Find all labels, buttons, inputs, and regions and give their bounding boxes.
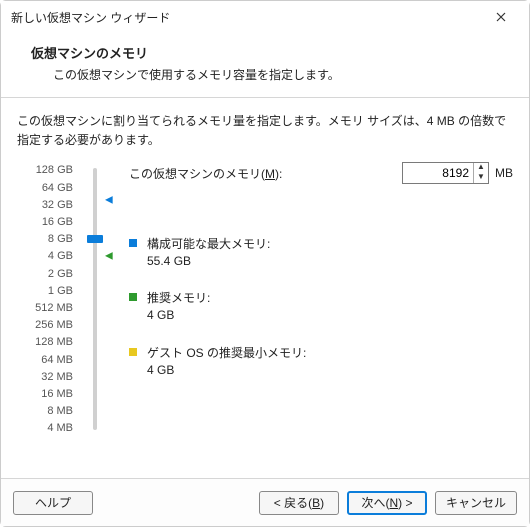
scale-tick: 64 GB: [42, 182, 73, 194]
slider-track: [93, 168, 97, 430]
scale-tick: 128 GB: [36, 164, 73, 176]
back-button[interactable]: < 戻る(B): [259, 491, 339, 515]
memory-field-label: この仮想マシンのメモリ(M):: [129, 165, 402, 182]
cancel-button[interactable]: キャンセル: [435, 491, 517, 515]
scale-tick: 64 MB: [41, 354, 73, 366]
scale-tick: 32 GB: [42, 199, 73, 211]
square-icon: [129, 293, 137, 301]
scale-tick: 4 GB: [48, 250, 73, 262]
close-button[interactable]: [483, 3, 519, 31]
wizard-body: この仮想マシンに割り当てられるメモリ量を指定します。メモリ サイズは、4 MB …: [1, 98, 529, 444]
close-icon: [496, 12, 506, 22]
spinner-down-icon[interactable]: ▼: [474, 173, 488, 183]
slider-thumb[interactable]: [87, 235, 103, 243]
legend-max-value: 55.4 GB: [147, 254, 270, 268]
page-subtitle: この仮想マシンで使用するメモリ容量を指定します。: [31, 66, 507, 83]
triangle-left-icon: ◀: [105, 251, 113, 262]
memory-field-row: この仮想マシンのメモリ(M): ▲ ▼ MB: [129, 162, 513, 184]
scale-tick: 2 GB: [48, 268, 73, 280]
scale-tick: 16 GB: [42, 216, 73, 228]
scale-tick: 256 MB: [35, 319, 73, 331]
scale-tick: 8 GB: [48, 233, 73, 245]
titlebar: 新しい仮想マシン ウィザード: [1, 1, 529, 33]
page-title: 仮想マシンのメモリ: [31, 43, 507, 62]
legend-max: 構成可能な最大メモリ: 55.4 GB: [129, 235, 270, 268]
legend-rec-value: 4 GB: [147, 308, 210, 322]
memory-area: 128 GB 64 GB 32 GB 16 GB 8 GB 4 GB 2 GB 1 GB 512…: [17, 164, 513, 434]
scale-tick: 4 MB: [47, 422, 73, 434]
help-button[interactable]: ヘルプ: [13, 491, 93, 515]
legend-min-title: ゲスト OS の推奨最小メモリ:: [147, 344, 306, 361]
triangle-left-icon: ◀: [105, 194, 113, 205]
legend-max-title: 構成可能な最大メモリ:: [147, 235, 270, 252]
square-icon: [129, 239, 137, 247]
instruction-text: この仮想マシンに割り当てられるメモリ量を指定します。メモリ サイズは、4 MB …: [17, 112, 513, 150]
memory-slider[interactable]: ◀ ◀: [79, 164, 113, 434]
memory-unit: MB: [495, 166, 513, 180]
legend-min-value: 4 GB: [147, 363, 306, 377]
scale-tick: 128 MB: [35, 336, 73, 348]
memory-input[interactable]: [403, 164, 473, 182]
next-button[interactable]: 次へ(N) >: [347, 491, 427, 515]
legend-recommended: 推奨メモリ: 4 GB: [129, 289, 210, 322]
scale-tick: 16 MB: [41, 388, 73, 400]
wizard-header: 仮想マシンのメモリ この仮想マシンで使用するメモリ容量を指定します。: [1, 33, 529, 98]
wizard-footer: ヘルプ < 戻る(B) 次へ(N) > キャンセル: [1, 478, 529, 526]
memory-scale: 128 GB 64 GB 32 GB 16 GB 8 GB 4 GB 2 GB 1 GB 512…: [17, 164, 79, 434]
spinner-buttons[interactable]: ▲ ▼: [473, 163, 488, 183]
scale-tick: 1 GB: [48, 285, 73, 297]
legend-rec-title: 推奨メモリ:: [147, 289, 210, 306]
memory-info: この仮想マシンのメモリ(M): ▲ ▼ MB 構成可能な最大メモリ: 55.4 …: [113, 164, 513, 434]
scale-tick: 512 MB: [35, 302, 73, 314]
scale-tick: 8 MB: [47, 405, 73, 417]
memory-spinner[interactable]: ▲ ▼: [402, 162, 489, 184]
window-title: 新しい仮想マシン ウィザード: [11, 9, 483, 26]
square-icon: [129, 348, 137, 356]
scale-tick: 32 MB: [41, 371, 73, 383]
legend-guest-min: ゲスト OS の推奨最小メモリ: 4 GB: [129, 344, 306, 377]
